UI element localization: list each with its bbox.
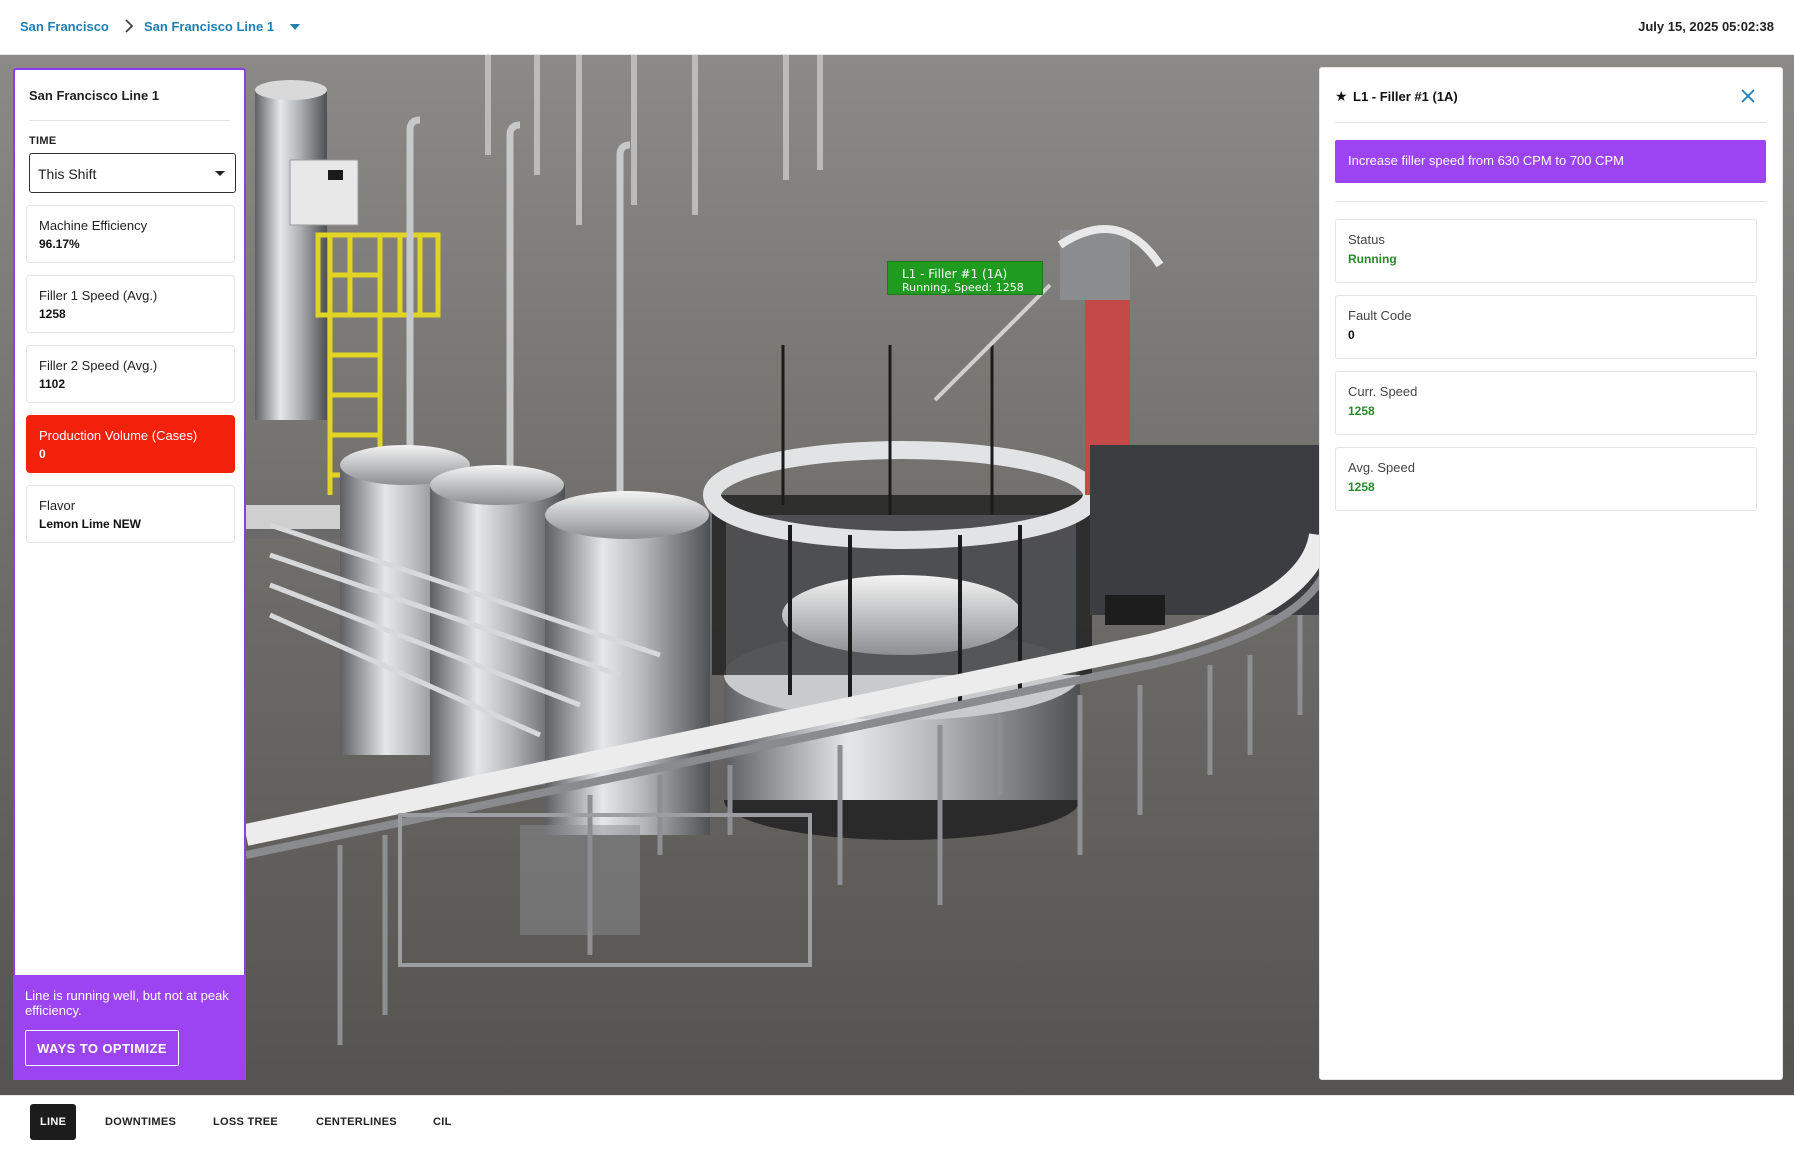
metric-value: 1258: [39, 307, 66, 321]
metric-value: Lemon Lime NEW: [39, 517, 142, 531]
metric-label: Production Volume (Cases): [39, 428, 198, 443]
detail-card-current-speed: Curr. Speed 1258: [1335, 371, 1757, 435]
machine-tag-title: L1 - Filler #1 (1A): [902, 267, 1008, 281]
metric-label: Filler 1 Speed (Avg.): [39, 288, 158, 303]
panel-title: San Francisco Line 1: [29, 88, 160, 103]
detail-value: Running: [1348, 252, 1397, 266]
metric-label: Filler 2 Speed (Avg.): [39, 358, 158, 373]
tab-line[interactable]: LINE: [30, 1104, 77, 1140]
metric-label: Flavor: [39, 498, 76, 513]
callout-message: Line is running well, but not at peak ef…: [25, 988, 229, 1018]
metric-value: 1102: [39, 377, 66, 391]
chevron-right-icon: [125, 19, 134, 33]
detail-label: Status: [1348, 232, 1385, 247]
metric-value: 0: [39, 447, 46, 461]
divider: [1335, 201, 1767, 202]
detail-label: Fault Code: [1348, 308, 1412, 323]
machine-detail-panel: ★ L1 - Filler #1 (1A) Increase filler sp…: [1319, 67, 1783, 1080]
metric-card-machine-efficiency[interactable]: Machine Efficiency 96.17%: [26, 205, 235, 263]
metric-label: Machine Efficiency: [39, 218, 148, 233]
tab-downtimes[interactable]: DOWNTIMES: [95, 1104, 186, 1140]
bottom-tab-bar: LINE DOWNTIMES LOSS TREE CENTERLINES CIL: [0, 1095, 1794, 1149]
caret-down-icon: [215, 171, 225, 176]
optimization-callout: Line is running well, but not at peak ef…: [13, 975, 246, 1080]
metric-card-filler-2-speed[interactable]: Filler 2 Speed (Avg.) 1102: [26, 345, 235, 403]
metric-card-production-volume[interactable]: Production Volume (Cases) 0: [26, 415, 235, 473]
detail-card-status: Status Running: [1335, 219, 1757, 283]
top-header: San Francisco San Francisco Line 1 July …: [0, 0, 1794, 55]
detail-value: 1258: [1348, 480, 1375, 494]
current-timestamp: July 15, 2025 05:02:38: [1638, 19, 1774, 34]
recommendation-banner: Increase filler speed from 630 CPM to 70…: [1335, 140, 1766, 183]
line-dropdown-caret-icon[interactable]: [290, 24, 300, 30]
recommendation-text: Increase filler speed from 630 CPM to 70…: [1348, 153, 1625, 168]
detail-card-average-speed: Avg. Speed 1258: [1335, 447, 1757, 511]
time-select[interactable]: This Shift: [29, 153, 236, 193]
ways-to-optimize-button[interactable]: WAYS TO OPTIMIZE: [25, 1030, 179, 1066]
star-icon[interactable]: ★: [1335, 88, 1348, 105]
metric-card-filler-1-speed[interactable]: Filler 1 Speed (Avg.) 1258: [26, 275, 235, 333]
metric-value: 96.17%: [39, 237, 80, 251]
detail-card-fault-code: Fault Code 0: [1335, 295, 1757, 359]
tab-cil[interactable]: CIL: [423, 1104, 462, 1140]
time-label: TIME: [29, 135, 57, 147]
breadcrumb-site-link[interactable]: San Francisco: [20, 19, 109, 34]
divider: [29, 120, 230, 121]
machine-detail-title: L1 - Filler #1 (1A): [1353, 89, 1458, 104]
breadcrumb-line-link[interactable]: San Francisco Line 1: [144, 19, 274, 34]
metric-card-flavor[interactable]: Flavor Lemon Lime NEW: [26, 485, 235, 543]
close-icon[interactable]: [1740, 88, 1756, 104]
machine-tag-filler-1a[interactable]: L1 - Filler #1 (1A) Running, Speed: 1258: [887, 261, 1043, 295]
time-select-value: This Shift: [38, 166, 97, 182]
detail-label: Curr. Speed: [1348, 384, 1418, 399]
divider: [1335, 122, 1767, 123]
detail-value: 0: [1348, 328, 1355, 342]
tab-centerlines[interactable]: CENTERLINES: [306, 1104, 407, 1140]
machine-tag-status: Running, Speed: 1258: [902, 281, 1024, 294]
detail-label: Avg. Speed: [1348, 460, 1415, 475]
tab-loss-tree[interactable]: LOSS TREE: [203, 1104, 288, 1140]
detail-value: 1258: [1348, 404, 1375, 418]
line-summary-panel: San Francisco Line 1 TIME This Shift Mac…: [13, 68, 246, 1080]
